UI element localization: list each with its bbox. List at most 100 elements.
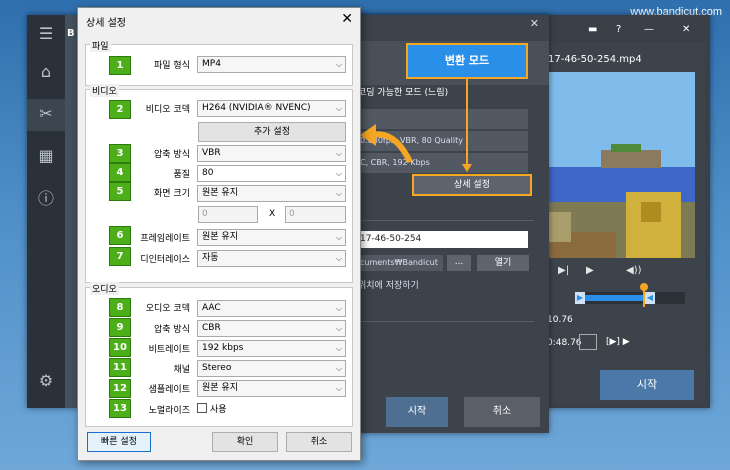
video-preview-image [541, 72, 695, 258]
chevron-down-icon: ⌵ [335, 364, 342, 373]
bitrate-select[interactable]: 192 kbps ⌵ [197, 340, 346, 357]
timeline-end-handle[interactable]: ◀ [645, 292, 655, 304]
advanced-settings-button[interactable]: 상세 설정 [412, 174, 532, 196]
channel-select[interactable]: Stereo ⌵ [197, 360, 346, 377]
play-icon[interactable]: ▶| [558, 265, 569, 276]
close-icon[interactable]: ✕ [341, 11, 353, 27]
skip-controls[interactable]: [▶] ▶ [606, 337, 630, 347]
main-start-button[interactable]: 시작 [600, 370, 694, 400]
chevron-down-icon: ⌵ [335, 149, 342, 158]
ok-button[interactable]: 확인 [212, 432, 278, 452]
app-sidebar: ☰ ⌂ ✂ ▦ ⓘ ⚙ [27, 15, 65, 408]
audio-codec-select[interactable]: AAC ⌵ [197, 300, 346, 317]
dialog-title: 상세 설정 [86, 18, 126, 29]
divider [358, 220, 534, 221]
open-folder-button[interactable]: 열기 [477, 255, 529, 271]
quality-select[interactable]: 80 ⌵ [197, 165, 346, 182]
file-group-title: 파일 [90, 39, 111, 52]
compression-select[interactable]: VBR ⌵ [197, 145, 346, 162]
height-input[interactable]: 0 [285, 206, 346, 223]
step-badge: 3 [109, 144, 131, 163]
help-icon[interactable]: ? [616, 24, 621, 35]
normalize-checkbox-label: 사용 [210, 405, 227, 415]
browse-button[interactable]: ... [447, 255, 471, 271]
step-badge: 9 [109, 318, 131, 337]
folder-icon[interactable]: ▬ [588, 24, 597, 35]
deinterlace-select[interactable]: 자동 ⌵ [197, 250, 346, 267]
end-time-spinner[interactable] [579, 334, 597, 350]
extra-settings-button[interactable]: 추가 설정 [198, 122, 346, 142]
cut-icon[interactable]: ✂ [35, 103, 57, 125]
start-time: 10.76 [547, 315, 573, 325]
start-button[interactable]: 시작 [386, 397, 448, 427]
divider [358, 321, 534, 322]
video-info-row: 0.000fps, VBR, 80 Quality [358, 131, 528, 151]
frame-rate-select[interactable]: 원본 유지 ⌵ [197, 229, 346, 246]
step-badge: 11 [109, 358, 131, 377]
close-icon[interactable]: ✕ [682, 24, 690, 35]
step-badge: 6 [109, 226, 131, 245]
video-codec-label: 비디오 코덱 [145, 105, 190, 115]
normalize-checkbox[interactable] [197, 403, 207, 413]
size-separator: X [269, 209, 276, 219]
timeline-start-handle[interactable]: ▶ [575, 292, 585, 304]
next-frame-icon[interactable]: ▶ [586, 265, 594, 276]
preview-file-name: 17-46-50-254.mp4 [548, 54, 642, 65]
playhead-marker[interactable] [643, 285, 645, 307]
video-codec-select[interactable]: H264 (NVIDIA® NVENC) ⌵ [197, 100, 346, 117]
step-badge: 8 [109, 298, 131, 317]
chevron-down-icon: ⌵ [335, 384, 342, 393]
chevron-down-icon: ⌵ [335, 324, 342, 333]
cancel-button[interactable]: 취소 [464, 397, 540, 427]
cancel-button[interactable]: 취소 [286, 432, 352, 452]
frame-rate-label: 프레임레이트 [140, 234, 190, 244]
home-icon[interactable]: ⌂ [35, 61, 57, 83]
screen-size-select[interactable]: 원본 유지 ⌵ [197, 185, 346, 202]
conversion-panel: ✕ 변환 모드 코딩 가능한 모드 (느림) 0.000fps, VBR, 80… [343, 15, 549, 433]
sample-rate-select[interactable]: 원본 유지 ⌵ [197, 380, 346, 397]
sample-rate-label: 샘플레이트 [148, 385, 190, 395]
step-badge: 1 [109, 56, 131, 75]
step-badge: 10 [109, 338, 131, 357]
step-badge: 4 [109, 163, 131, 182]
quality-label: 품질 [173, 170, 190, 180]
compression-label: 압축 방식 [154, 150, 190, 160]
menu-icon[interactable]: ☰ [35, 23, 57, 45]
channel-label: 채널 [173, 365, 190, 375]
chevron-down-icon: ⌵ [335, 254, 342, 263]
step-badge: 2 [109, 100, 131, 119]
step-badge: 7 [109, 247, 131, 266]
chevron-down-icon: ⌵ [335, 233, 342, 242]
audio-codec-label: 오디오 코덱 [145, 304, 190, 314]
chevron-down-icon: ⌵ [335, 344, 342, 353]
info-icon[interactable]: ⓘ [35, 188, 57, 210]
output-filename-input[interactable]: 17-46-50-254 [358, 231, 528, 248]
audio-compression-label: 압축 방식 [154, 325, 190, 335]
chevron-down-icon: ⌵ [335, 60, 342, 69]
output-folder-field[interactable]: cuments₩Bandicut [358, 255, 443, 271]
chevron-down-icon: ⌵ [335, 104, 342, 113]
minimize-icon[interactable]: — [644, 24, 654, 35]
close-icon[interactable]: ✕ [530, 17, 539, 30]
timeline-selection [583, 295, 644, 301]
chevron-down-icon: ⌵ [335, 304, 342, 313]
normalize-label: 노멀라이즈 [148, 406, 190, 416]
left-panel-title: B [67, 28, 75, 39]
volume-icon[interactable]: ◀)) [626, 265, 642, 276]
width-input[interactable]: 0 [198, 206, 258, 223]
film-icon[interactable]: ▦ [35, 145, 57, 167]
convert-mode-button[interactable]: 변환 모드 [406, 43, 528, 79]
file-format-select[interactable]: MP4 ⌵ [197, 56, 346, 73]
save-location-option[interactable]: 위치에 저장하기 [358, 278, 419, 291]
file-format-label: 파일 형식 [154, 61, 190, 71]
mode-description: 코딩 가능한 모드 (느림) [358, 88, 449, 98]
settings-icon[interactable]: ⚙ [35, 370, 57, 392]
audio-compression-select[interactable]: CBR ⌵ [197, 320, 346, 337]
timeline-slider[interactable]: ▶ ◀ [575, 292, 685, 304]
deinterlace-label: 디인터레이스 [140, 255, 190, 265]
step-badge: 13 [109, 399, 131, 418]
info-row [358, 109, 528, 129]
chevron-down-icon: ⌵ [335, 189, 342, 198]
step-badge: 12 [109, 379, 131, 398]
quick-settings-button[interactable]: 빠른 설정 [87, 432, 151, 452]
